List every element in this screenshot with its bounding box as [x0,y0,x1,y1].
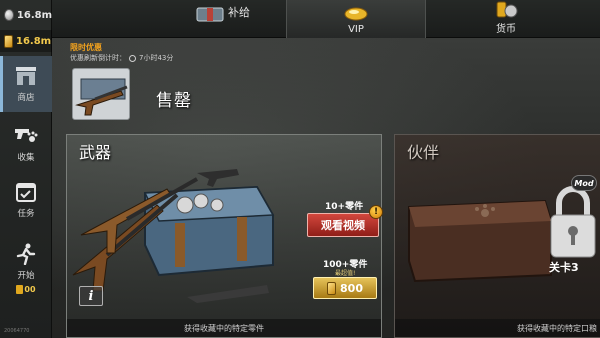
sidebar-item-label: 开始 [17,270,35,281]
info-button[interactable]: i [79,286,103,306]
gun-pawprint-icon [15,129,38,142]
buy-parts-button[interactable]: 800 [313,277,377,299]
currency-icon [496,1,518,18]
timer-label: 优惠刷新倒计时： [70,54,126,62]
vip-gold-icon [344,7,368,21]
supply-chest-icon [196,7,224,22]
unlock-level-label: 关卡3 [549,261,579,274]
sidebar-item-label: 收集 [17,153,35,163]
watch-video-button[interactable]: 观看视频 [307,213,379,237]
tab-currency[interactable]: 货币 [436,0,576,38]
best-value-tag: 最超值! [335,270,356,277]
weapon-offer-card: 武器 i 10+零件 观看视频 ! 100+零件 最超值! 800 获得收藏中的… [66,134,383,338]
sidebar-item-shop[interactable]: 商店 [0,56,52,112]
card-title: 伙伴 [407,143,440,162]
top-tab-bar: 补给 VIP 货币 [52,0,600,38]
promo-heading: 限时优惠 [70,43,102,52]
partner-crate-image [408,199,552,283]
shop-icon [16,67,36,85]
running-man-icon [16,243,36,265]
sidebar: 16.8m 16.8m 商店 收集 任务 开始 00 20064770 [0,0,52,338]
mod-badge: Mod [571,175,597,191]
gold-bar-icon [4,34,13,48]
tab-vip[interactable]: VIP [286,0,426,38]
version-label: 20064770 [4,328,30,334]
sidebar-item-collection[interactable]: 收集 [0,116,52,172]
card-footer: 获得收藏中的特定口粮 [395,319,600,337]
promo-timer: 优惠刷新倒计时： 7小时43分 [70,53,173,63]
tab-label: VIP [348,24,364,35]
gold-bar-icon [327,281,337,295]
soldout-label: 售罄 [156,91,192,111]
shop-main: 限时优惠 优惠刷新倒计时： 7小时43分 售罄 武器 i 10+零件 观看视频 … [52,38,600,338]
timer-value: 7小时43分 [139,54,174,62]
tab-label: 补给 [228,6,250,19]
sidebar-item-label: 任务 [17,209,35,219]
sidebar-item-tasks[interactable]: 任务 [0,172,52,228]
gold-counter[interactable]: 16.8m [0,30,52,52]
rifle-crate-image [75,78,128,116]
offer1-parts: 10+零件 [325,202,364,212]
tab-label: 货币 [496,24,516,35]
start-cost-value: 00 [24,284,36,294]
sidebar-item-start[interactable]: 开始 00 [0,236,52,300]
silver-amount: 16.8m [16,9,52,21]
promo-item-thumbnail[interactable] [72,68,130,120]
clock-icon [129,54,136,62]
silver-counter: 16.8m [0,4,52,26]
partner-offer-card: 伙伴 Mod 关卡3 获得收藏中的特定口粮 [394,134,600,338]
silver-coin-icon [4,9,14,21]
price-label: 800 [340,281,363,295]
alert-icon: ! [369,205,383,219]
card-footer: 获得收藏中的特定零件 [67,319,381,337]
gold-bar-icon [16,284,24,294]
weapon-crate-image [72,169,275,303]
start-cost: 00 [16,284,36,294]
tab-supply[interactable]: 补给 [130,0,270,38]
gold-amount: 16.8m [16,35,52,47]
sidebar-item-label: 商店 [17,93,35,103]
calendar-check-icon [16,183,36,202]
